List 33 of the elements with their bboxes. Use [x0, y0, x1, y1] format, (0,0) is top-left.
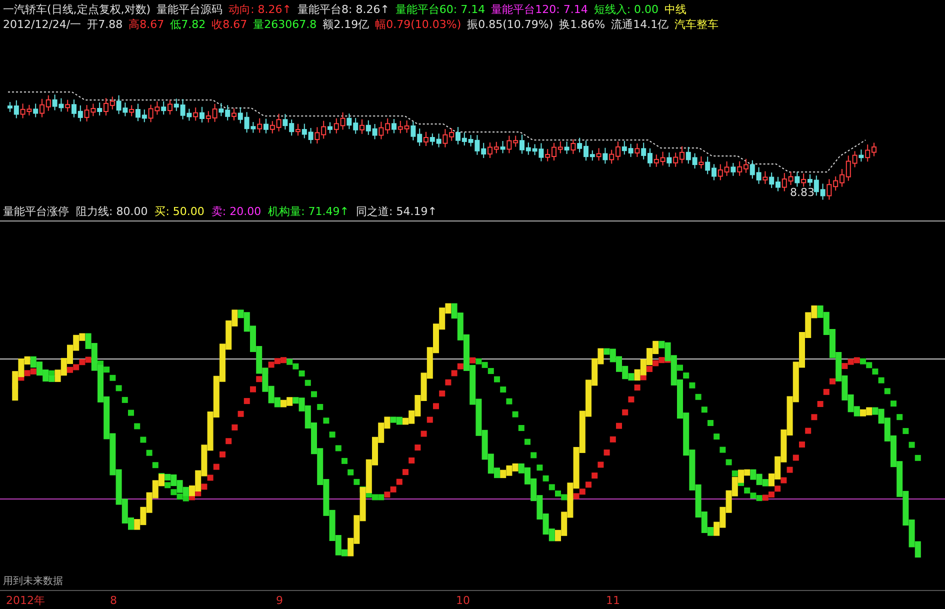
time-axis-label: 11 — [606, 594, 620, 606]
time-axis-label: 9 — [276, 594, 284, 606]
quote-header-text: 量能平台60: 7.14 — [395, 2, 486, 17]
indicator-header-text: 量能平台涨停 — [3, 204, 69, 219]
time-axis-label: 2012年 — [6, 592, 46, 608]
quote-header-text: 开7.88 — [87, 17, 123, 32]
quote-header-text: 高8.67 — [128, 17, 164, 32]
quote-header-text: 量能平台8: 8.26↑ — [298, 2, 390, 17]
indicator-header-text: 买: 50.00 — [154, 204, 204, 219]
quote-header-text: 振0.85(10.79%) — [467, 17, 554, 32]
quote-header-text: 量263067.8 — [253, 17, 317, 32]
quote-header-text: 中线 — [664, 2, 687, 17]
quote-header-text: 量能平台源码 — [156, 2, 223, 17]
quote-header-text: 额2.19亿 — [322, 17, 370, 32]
quote-header-text: 2012/12/24/一 — [3, 17, 82, 32]
indicator-note: 用到未来数据 — [3, 574, 63, 588]
quote-header-text: 流通14.1亿 — [611, 17, 669, 32]
quote-header-text: 一汽轿车(日线,定点复权,对数) — [3, 2, 151, 17]
indicator-header-text: 阻力线: 80.00 — [76, 204, 148, 219]
quote-header-text: 收8.67 — [212, 17, 248, 32]
quote-header-text: 量能平台120: 7.14 — [491, 2, 588, 17]
indicator-header-text: 同之道: 54.19↑ — [356, 204, 437, 219]
quote-header-text: 低7.82 — [170, 17, 206, 32]
quote-header-text: 幅0.79(10.03%) — [375, 17, 462, 32]
quote-header-text: 换1.86% — [559, 17, 606, 32]
time-axis-label: 8 — [110, 594, 118, 606]
indicator-header-text: 机构量: 71.49↑ — [268, 204, 350, 219]
time-axis-label: 10 — [456, 594, 471, 606]
indicator-header-text: 卖: 20.00 — [211, 204, 262, 219]
quote-header-text: 汽车整车 — [674, 17, 719, 32]
quote-header-text: 动向: 8.26↑ — [228, 2, 292, 17]
quote-header-text: 短线入: 0.00 — [594, 2, 659, 17]
price-label: 8.83 — [790, 186, 814, 199]
